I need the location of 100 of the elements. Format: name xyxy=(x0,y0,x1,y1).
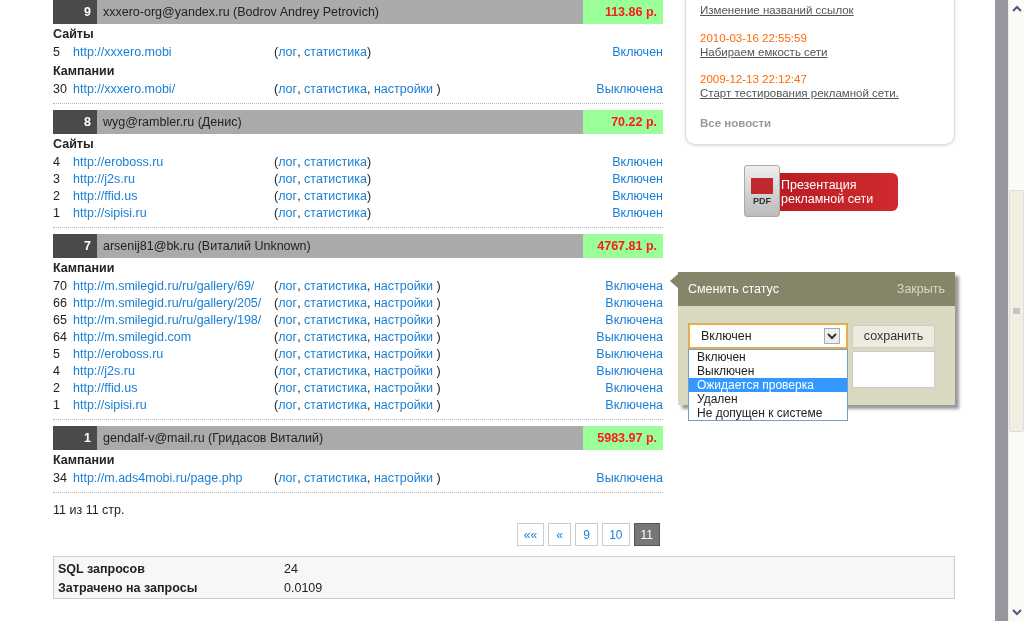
action-link[interactable]: статистика xyxy=(304,379,367,398)
action-link[interactable]: статистика xyxy=(304,153,367,172)
scrollbar[interactable] xyxy=(1008,0,1024,621)
status-link[interactable]: Включена xyxy=(605,396,663,415)
status-select[interactable]: Включен xyxy=(688,323,848,349)
action-link[interactable]: статистика xyxy=(304,170,367,189)
page-button[interactable]: 10 xyxy=(602,523,630,546)
group-title: Кампании xyxy=(53,260,116,278)
url-link[interactable]: http://m.ads4mobi.ru/page.php xyxy=(73,469,274,488)
status-link[interactable]: Выключена xyxy=(596,469,663,488)
row-id: 2 xyxy=(53,188,61,206)
news-link[interactable]: Старт тестирования рекламной сети. xyxy=(700,86,940,100)
action-link[interactable]: лог xyxy=(278,43,298,62)
url-link[interactable]: http://m.smilegid.com xyxy=(73,328,274,347)
action-link[interactable]: лог xyxy=(278,311,298,330)
action-link[interactable]: настройки xyxy=(373,396,434,415)
action-link[interactable]: статистика xyxy=(304,362,367,381)
stat-label: SQL запросов xyxy=(58,561,146,579)
paren-text: ) xyxy=(366,171,372,189)
presentation-button[interactable]: PDF Презентация рекламной сети xyxy=(744,165,900,218)
action-link[interactable]: статистика xyxy=(304,396,367,415)
action-link[interactable]: настройки xyxy=(373,328,434,347)
url-link[interactable]: http://ffid.us xyxy=(73,187,274,206)
action-link[interactable]: настройки xyxy=(373,80,434,99)
url-link[interactable]: http://m.smilegid.ru/ru/gallery/69/ xyxy=(73,277,274,296)
news-link[interactable]: Набираем емкость сети xyxy=(700,45,940,59)
action-link[interactable]: лог xyxy=(278,345,298,364)
group-title: Сайты xyxy=(53,26,95,44)
action-link[interactable]: статистика xyxy=(304,345,367,364)
action-link[interactable]: лог xyxy=(278,153,298,172)
action-link[interactable]: статистика xyxy=(304,311,367,330)
status-link[interactable]: Включена xyxy=(605,311,663,330)
action-link[interactable]: лог xyxy=(278,277,298,296)
action-link[interactable]: лог xyxy=(278,379,298,398)
action-link[interactable]: лог xyxy=(278,362,298,381)
url-link[interactable]: http://sipisi.ru xyxy=(73,204,274,223)
row-id: 1 xyxy=(53,205,61,223)
status-link[interactable]: Включен xyxy=(612,43,663,62)
action-link[interactable]: лог xyxy=(278,294,298,313)
dropdown-option[interactable]: Включен xyxy=(689,350,847,364)
action-link[interactable]: лог xyxy=(278,170,298,189)
action-link[interactable]: настройки xyxy=(373,311,434,330)
action-link[interactable]: настройки xyxy=(373,345,434,364)
status-link[interactable]: Включен xyxy=(612,187,663,206)
user-account: wyg@rambler.ru (Денис) xyxy=(97,110,583,134)
status-link[interactable]: Выключена xyxy=(596,80,663,99)
action-link[interactable]: лог xyxy=(278,396,298,415)
save-button[interactable]: сохранить xyxy=(852,325,935,348)
action-link[interactable]: статистика xyxy=(304,469,367,488)
status-link[interactable]: Включен xyxy=(612,153,663,172)
action-link[interactable]: лог xyxy=(278,187,298,206)
action-link[interactable]: настройки xyxy=(373,277,434,296)
comment-field[interactable] xyxy=(852,351,935,388)
status-link[interactable]: Включена xyxy=(605,277,663,296)
url-link[interactable]: http://xxxero.mobi/ xyxy=(73,80,274,99)
action-link[interactable]: статистика xyxy=(304,80,367,99)
page-button[interactable]: 9 xyxy=(575,523,599,546)
url-link[interactable]: http://eroboss.ru xyxy=(73,345,274,364)
status-link[interactable]: Включена xyxy=(605,379,663,398)
status-link[interactable]: Выключена xyxy=(596,345,663,364)
all-news-link[interactable]: Все новости xyxy=(700,115,940,133)
action-link[interactable]: статистика xyxy=(304,277,367,296)
scroll-thumb[interactable] xyxy=(1009,189,1024,432)
action-link[interactable]: настройки xyxy=(373,362,434,381)
status-link[interactable]: Включен xyxy=(612,204,663,223)
url-link[interactable]: http://j2s.ru xyxy=(73,362,274,381)
action-link[interactable]: лог xyxy=(278,469,298,488)
page-button[interactable]: «« xyxy=(516,523,545,546)
action-link[interactable]: статистика xyxy=(304,187,367,206)
action-link[interactable]: лог xyxy=(278,204,298,223)
status-link[interactable]: Выключена xyxy=(596,362,663,381)
action-link[interactable]: статистика xyxy=(304,43,367,62)
action-link[interactable]: настройки xyxy=(373,379,434,398)
paren-text: ) xyxy=(435,81,441,99)
action-link[interactable]: настройки xyxy=(373,469,434,488)
user-account: arsenij81@bk.ru (Виталий Unknown) xyxy=(97,234,583,258)
close-link[interactable]: Закрыть xyxy=(896,279,945,299)
news-link[interactable]: Изменение названий ссылок xyxy=(700,2,940,18)
page-button[interactable]: « xyxy=(548,523,572,546)
action-link[interactable]: статистика xyxy=(304,328,367,347)
action-link[interactable]: настройки xyxy=(373,294,434,313)
url-link[interactable]: http://eroboss.ru xyxy=(73,153,274,172)
status-link[interactable]: Выключена xyxy=(596,328,663,347)
action-link[interactable]: статистика xyxy=(304,294,367,313)
action-link[interactable]: лог xyxy=(278,328,298,347)
dropdown-option[interactable]: Не допущен к системе xyxy=(689,406,847,420)
status-link[interactable]: Включен xyxy=(612,170,663,189)
action-link[interactable]: статистика xyxy=(304,204,367,223)
url-link[interactable]: http://j2s.ru xyxy=(73,170,274,189)
url-link[interactable]: http://sipisi.ru xyxy=(73,396,274,415)
url-link[interactable]: http://ffid.us xyxy=(73,379,274,398)
dropdown-option[interactable]: Ожидается проверка xyxy=(689,378,847,392)
url-link[interactable]: http://xxxero.mobi xyxy=(73,43,274,62)
action-link[interactable]: лог xyxy=(278,80,298,99)
dropdown-option[interactable]: Удален xyxy=(689,392,847,406)
url-link[interactable]: http://m.smilegid.ru/ru/gallery/198/ xyxy=(73,311,274,330)
status-link[interactable]: Включена xyxy=(605,294,663,313)
dropdown-option[interactable]: Выключен xyxy=(689,364,847,378)
url-link[interactable]: http://m.smilegid.ru/ru/gallery/205/ xyxy=(73,294,274,313)
page-button[interactable]: 11 xyxy=(633,523,660,546)
